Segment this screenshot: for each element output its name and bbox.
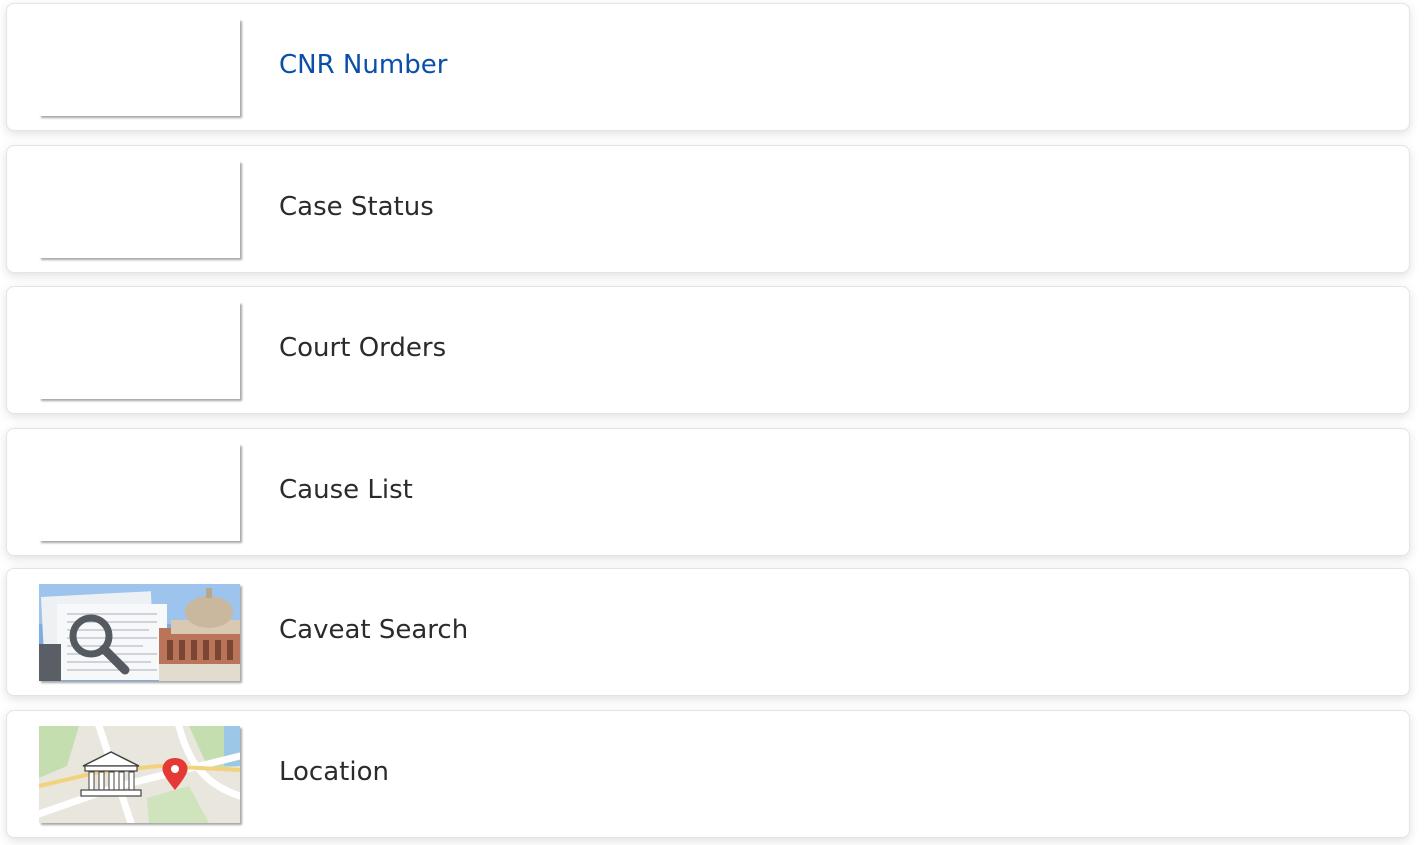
cnr-number-thumbnail: [39, 19, 240, 116]
court-building-magnifier-image: [39, 584, 240, 681]
menu-item-location[interactable]: Location: [6, 710, 1410, 838]
menu-item-label: CNR Number: [279, 50, 448, 80]
cause-list-thumbnail: [39, 444, 240, 541]
menu-item-label: Location: [279, 757, 389, 787]
menu-item-label: Caveat Search: [279, 615, 469, 645]
menu-item-label: Case Status: [279, 192, 434, 222]
menu-item-court-orders[interactable]: Court Orders: [6, 286, 1410, 414]
location-thumbnail: [39, 726, 240, 823]
menu-item-label: Cause List: [279, 475, 413, 505]
menu-item-cause-list[interactable]: Cause List: [6, 428, 1410, 556]
menu-item-case-status[interactable]: Case Status: [6, 145, 1410, 273]
menu-item-label: Court Orders: [279, 333, 447, 363]
court-orders-thumbnail: [39, 302, 240, 399]
case-status-thumbnail: [39, 161, 240, 258]
menu-item-cnr-number[interactable]: CNR Number: [6, 3, 1410, 131]
menu-item-caveat-search[interactable]: Caveat Search: [6, 568, 1410, 696]
caveat-search-thumbnail: [39, 584, 240, 681]
map-courthouse-pin-image: [39, 726, 240, 823]
menu-list: CNR Number Case Status Court Orders Caus…: [0, 0, 1426, 845]
